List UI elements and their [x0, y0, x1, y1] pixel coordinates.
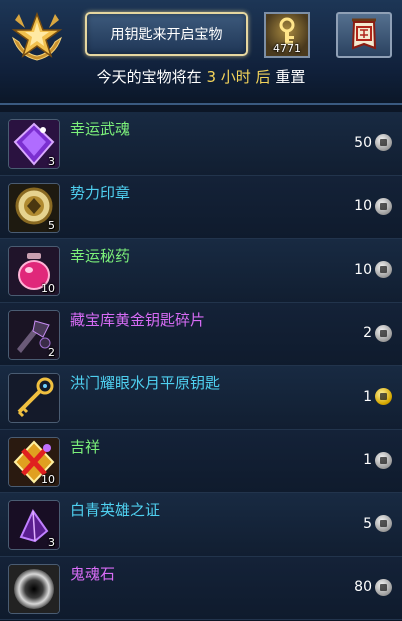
- shop-button[interactable]: [336, 12, 392, 58]
- pink-potion-icon: 10: [8, 246, 60, 296]
- item-price: 1: [363, 451, 392, 469]
- silver-coin-icon: [375, 324, 392, 342]
- price-value: 1: [363, 452, 372, 468]
- treasure-item-list: 3 幸运武魂 50 5 势力印章 10 10 幸运秘药 10 2 藏宝库黄金钥匙…: [0, 112, 402, 620]
- item-price: 80: [354, 578, 392, 596]
- golden-key-icon: [8, 373, 60, 423]
- price-value: 10: [354, 198, 372, 214]
- reset-prefix: 今天的宝物将在: [96, 68, 202, 86]
- reset-time-value: 3 小时 后: [206, 68, 271, 86]
- treasure-row[interactable]: 3 幸运武魂 50: [0, 112, 402, 176]
- key-count: 4771: [273, 42, 301, 55]
- item-quantity: 10: [41, 282, 55, 295]
- treasure-row[interactable]: 洪门耀眼水月平原钥匙 1: [0, 366, 402, 430]
- open-with-key-button[interactable]: 用钥匙来开启宝物: [85, 12, 248, 56]
- item-name: 白青英雄之证: [70, 501, 161, 519]
- treasure-row[interactable]: 2 藏宝库黄金钥匙碎片 2: [0, 302, 402, 366]
- treasure-header: 用钥匙来开启宝物 4771 今天的宝物将在 3 小时 后 重置: [0, 0, 402, 105]
- silver-coin-icon: [375, 134, 392, 151]
- price-value: 10: [354, 261, 372, 278]
- item-name: 幸运秘药: [70, 247, 131, 265]
- silver-coin-icon: [375, 578, 392, 596]
- item-price: 1: [363, 388, 392, 405]
- treasure-row[interactable]: 3 白青英雄之证 5: [0, 493, 402, 557]
- silver-coin-icon: [375, 197, 392, 215]
- silver-coin-icon: [375, 261, 392, 278]
- ghost-stone-icon: [8, 563, 60, 614]
- item-quantity: 3: [48, 536, 55, 549]
- item-quantity: 10: [41, 472, 55, 486]
- treasure-row[interactable]: 10 幸运秘药 10: [0, 239, 402, 303]
- shop-sign-icon: [351, 18, 377, 50]
- hero-proof-icon: 3: [8, 500, 60, 550]
- price-value: 1: [363, 388, 372, 405]
- item-quantity: 3: [48, 155, 55, 168]
- item-quantity: 2: [48, 345, 55, 359]
- gold-coin-icon: [375, 388, 392, 405]
- item-name: 藏宝库黄金钥匙碎片: [70, 310, 206, 329]
- reset-suffix: 重置: [275, 68, 306, 86]
- item-quantity: 5: [48, 218, 55, 232]
- reset-timer-text: 今天的宝物将在 3 小时 后 重置: [0, 66, 402, 87]
- key-counter[interactable]: 4771: [264, 12, 310, 58]
- silver-coin-icon: [375, 515, 392, 532]
- rank-star-emblem-icon: [8, 8, 66, 64]
- gold-seal-icon: 5: [8, 182, 60, 233]
- item-name: 鬼魂石: [70, 564, 116, 583]
- treasure-row[interactable]: 鬼魂石 80: [0, 556, 402, 620]
- item-price: 2: [363, 324, 392, 342]
- treasure-row[interactable]: 10 吉祥 1: [0, 429, 402, 493]
- item-price: 50: [354, 134, 392, 151]
- price-value: 80: [354, 579, 372, 595]
- purple-gem-icon: 3: [8, 119, 60, 169]
- lucky-charm-icon: 10: [8, 436, 60, 487]
- item-name: 吉祥: [70, 437, 101, 456]
- silver-coin-icon: [375, 451, 392, 469]
- price-value: 2: [363, 325, 372, 341]
- item-price: 5: [363, 515, 392, 532]
- item-price: 10: [354, 197, 392, 215]
- key-fragment-icon: 2: [8, 309, 60, 360]
- item-name: 幸运武魂: [70, 120, 131, 138]
- item-name: 势力印章: [70, 183, 131, 202]
- item-name: 洪门耀眼水月平原钥匙: [70, 374, 221, 392]
- price-value: 5: [363, 515, 372, 532]
- item-price: 10: [354, 261, 392, 278]
- price-value: 50: [354, 134, 372, 151]
- treasure-row[interactable]: 5 势力印章 10: [0, 175, 402, 239]
